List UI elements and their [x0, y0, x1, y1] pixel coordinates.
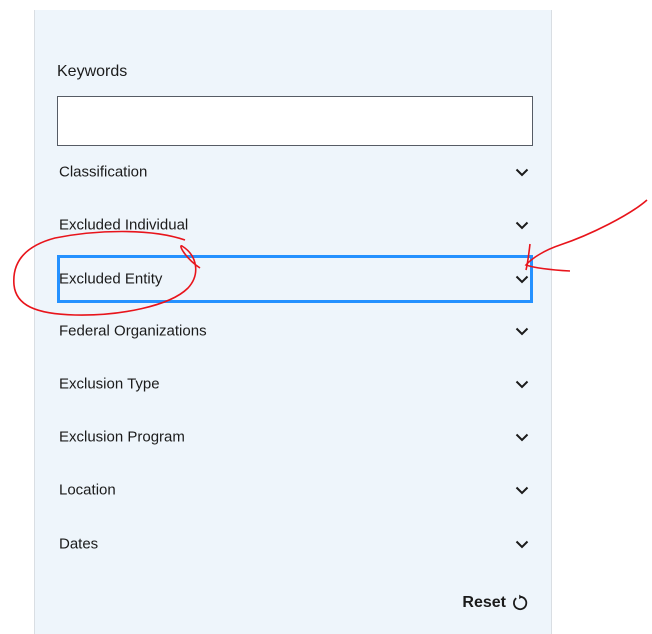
accordion-exclusion-type[interactable]: Exclusion Type — [57, 362, 533, 406]
accordion-label: Federal Organizations — [59, 322, 207, 340]
chevron-down-icon — [515, 275, 529, 284]
accordion-excluded-individual[interactable]: Excluded Individual — [57, 203, 533, 247]
accordion-federal-organizations[interactable]: Federal Organizations — [57, 309, 533, 353]
accordion-excluded-entity[interactable]: Excluded Entity — [57, 255, 533, 303]
accordion-label: Dates — [59, 535, 99, 553]
filter-panel: Keywords Classification Excluded Individ… — [34, 10, 552, 634]
accordion-dates[interactable]: Dates — [57, 522, 533, 566]
chevron-down-icon — [515, 168, 529, 177]
accordion-location[interactable]: Location — [57, 468, 533, 512]
chevron-down-icon — [515, 221, 529, 230]
reset-button[interactable]: Reset — [462, 594, 529, 612]
accordion-label: Location — [59, 481, 116, 499]
chevron-down-icon — [515, 433, 529, 442]
chevron-down-icon — [515, 486, 529, 495]
accordion-classification[interactable]: Classification — [57, 150, 533, 194]
chevron-down-icon — [515, 540, 529, 549]
accordion-label: Excluded Individual — [59, 216, 189, 234]
accordion-exclusion-program[interactable]: Exclusion Program — [57, 415, 533, 459]
keywords-input[interactable] — [57, 96, 533, 146]
reset-icon — [513, 594, 528, 611]
accordion-label: Exclusion Type — [59, 375, 160, 393]
chevron-down-icon — [515, 380, 529, 389]
keywords-label: Keywords — [57, 63, 128, 80]
chevron-down-icon — [515, 327, 529, 336]
accordion-label: Classification — [59, 163, 148, 181]
reset-label: Reset — [462, 594, 506, 611]
accordion-label: Exclusion Program — [59, 428, 185, 446]
accordion-label: Excluded Entity — [59, 270, 163, 288]
